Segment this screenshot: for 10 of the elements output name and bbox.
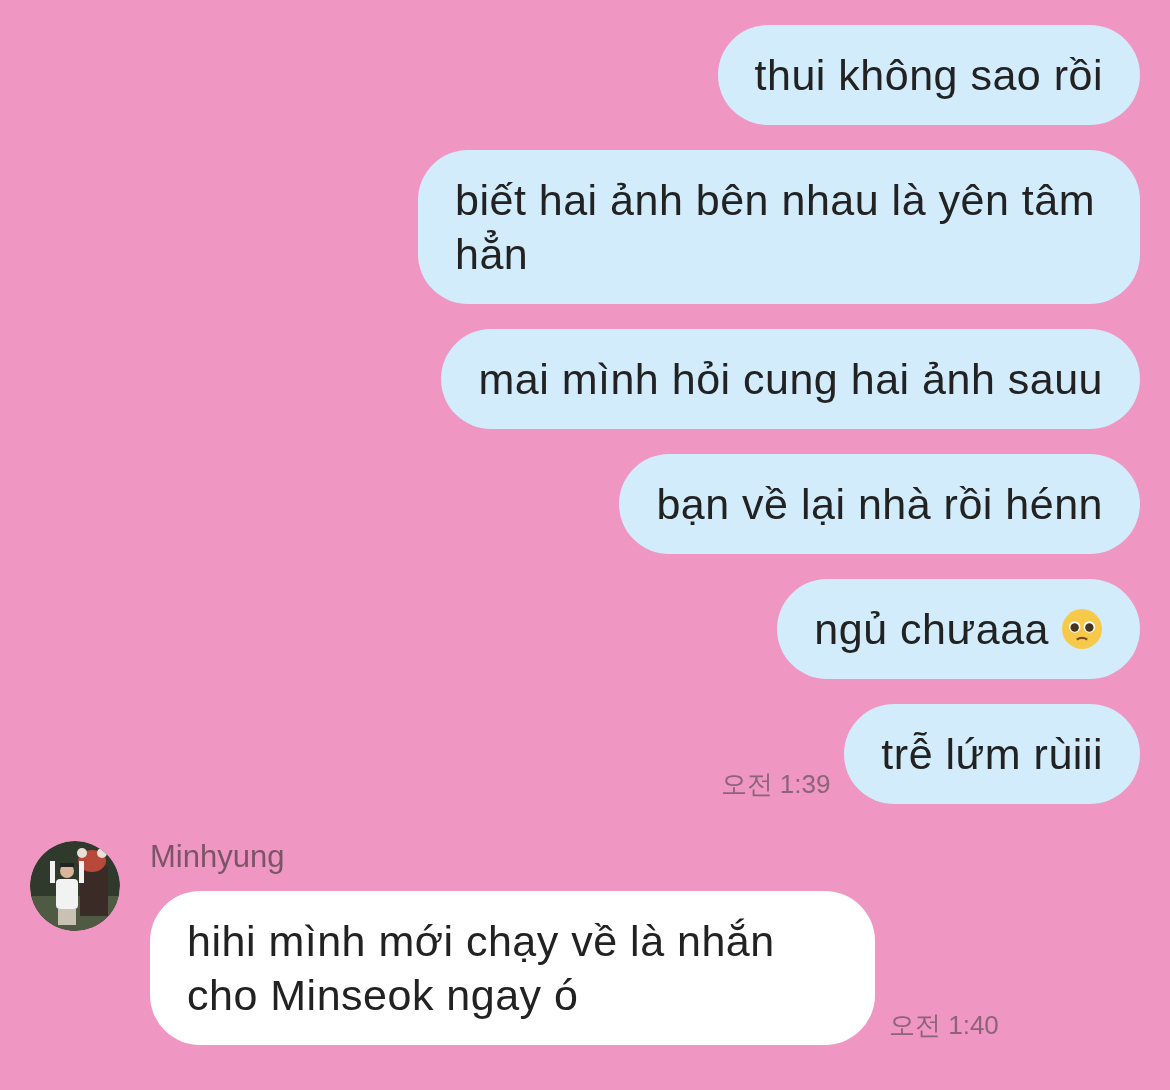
message-bubble: mai mình hỏi cung hai ảnh sauu (441, 329, 1140, 429)
timestamp: 오전 1:39 (720, 768, 831, 801)
timestamp: 오전 1:40 (889, 1009, 999, 1042)
message-bubble: thui không sao rồi (717, 25, 1140, 125)
message-bubble: biết hai ảnh bên nhau là yên tâm hẳn (418, 150, 1140, 304)
message-bubble: trễ lứm rùiii (844, 704, 1140, 804)
message-bubble: ngủ chưaaa (777, 579, 1140, 679)
message-bubble: hihi mình mới chạy về là nhắn cho Minseok ngay ó (150, 891, 875, 1045)
sender-name: Minhyung (150, 839, 286, 875)
message-bubble: bạn về lại nhà rồi hénn (619, 454, 1140, 554)
